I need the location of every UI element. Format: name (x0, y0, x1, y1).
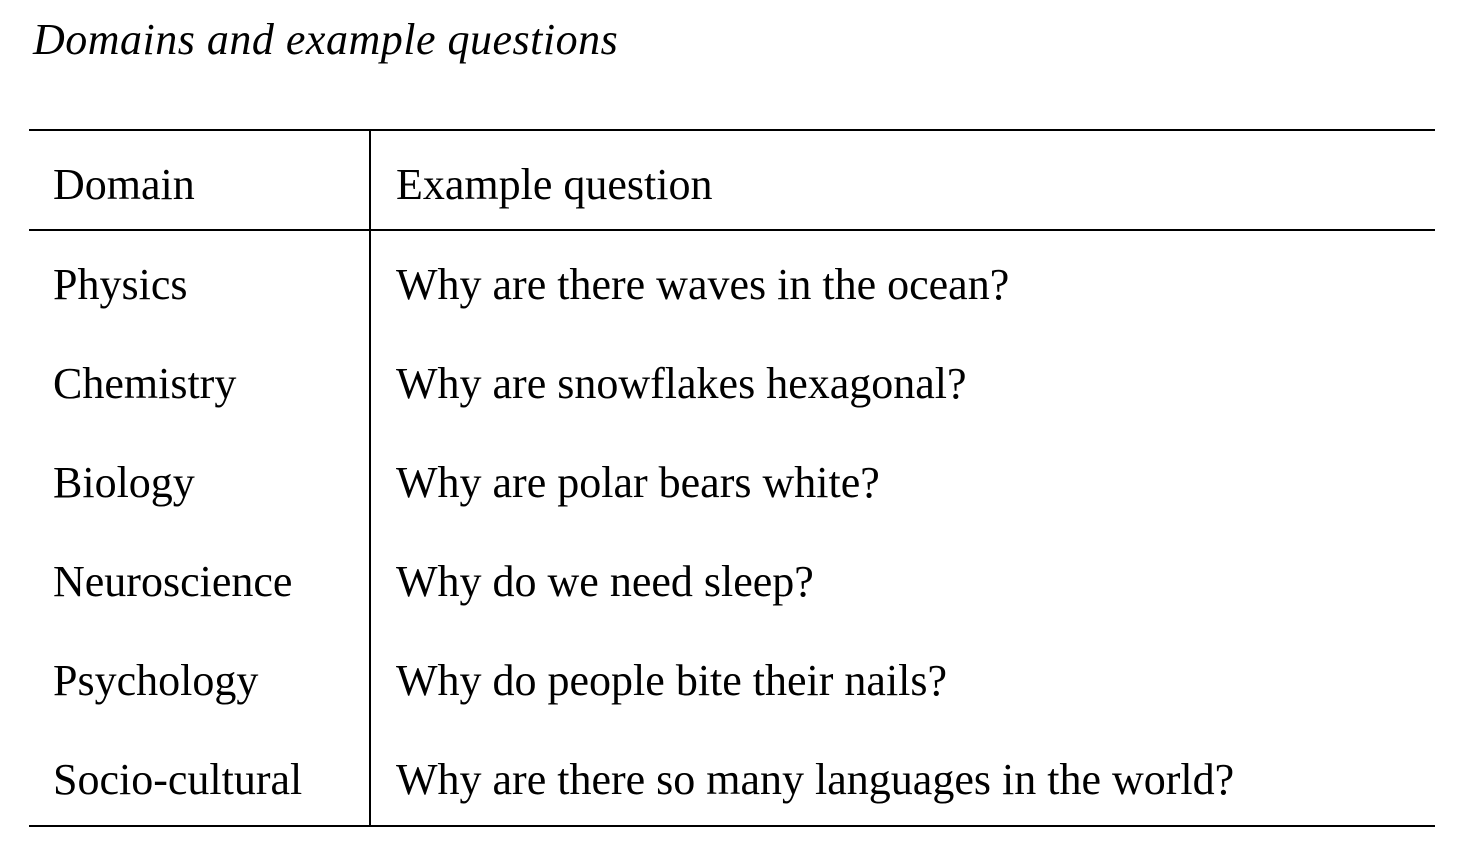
row-question-cell: Why do people bite their nails? (396, 656, 948, 705)
row-domain-cell: Psychology (53, 656, 259, 705)
table-caption: Domains and example questions (33, 15, 619, 64)
row-domain-cell: Biology (53, 458, 195, 507)
top-rule (29, 129, 1435, 131)
row-domain-cell: Physics (53, 260, 188, 309)
row-domain-cell: Chemistry (53, 359, 237, 408)
row-question-cell: Why are polar bears white? (396, 458, 880, 507)
row-question-cell: Why are there waves in the ocean? (396, 260, 1010, 309)
bottom-rule (29, 825, 1435, 827)
row-domain-cell: Neuroscience (53, 557, 293, 606)
row-question-cell: Why do we need sleep? (396, 557, 814, 606)
row-question-cell: Why are snowflakes hexagonal? (396, 359, 967, 408)
row-domain-cell: Socio-cultural (53, 755, 303, 804)
column-divider (369, 129, 371, 827)
header-example-question: Example question (396, 160, 713, 209)
header-rule (29, 229, 1435, 231)
row-question-cell: Why are there so many languages in the w… (396, 755, 1235, 804)
header-domain: Domain (53, 160, 195, 209)
